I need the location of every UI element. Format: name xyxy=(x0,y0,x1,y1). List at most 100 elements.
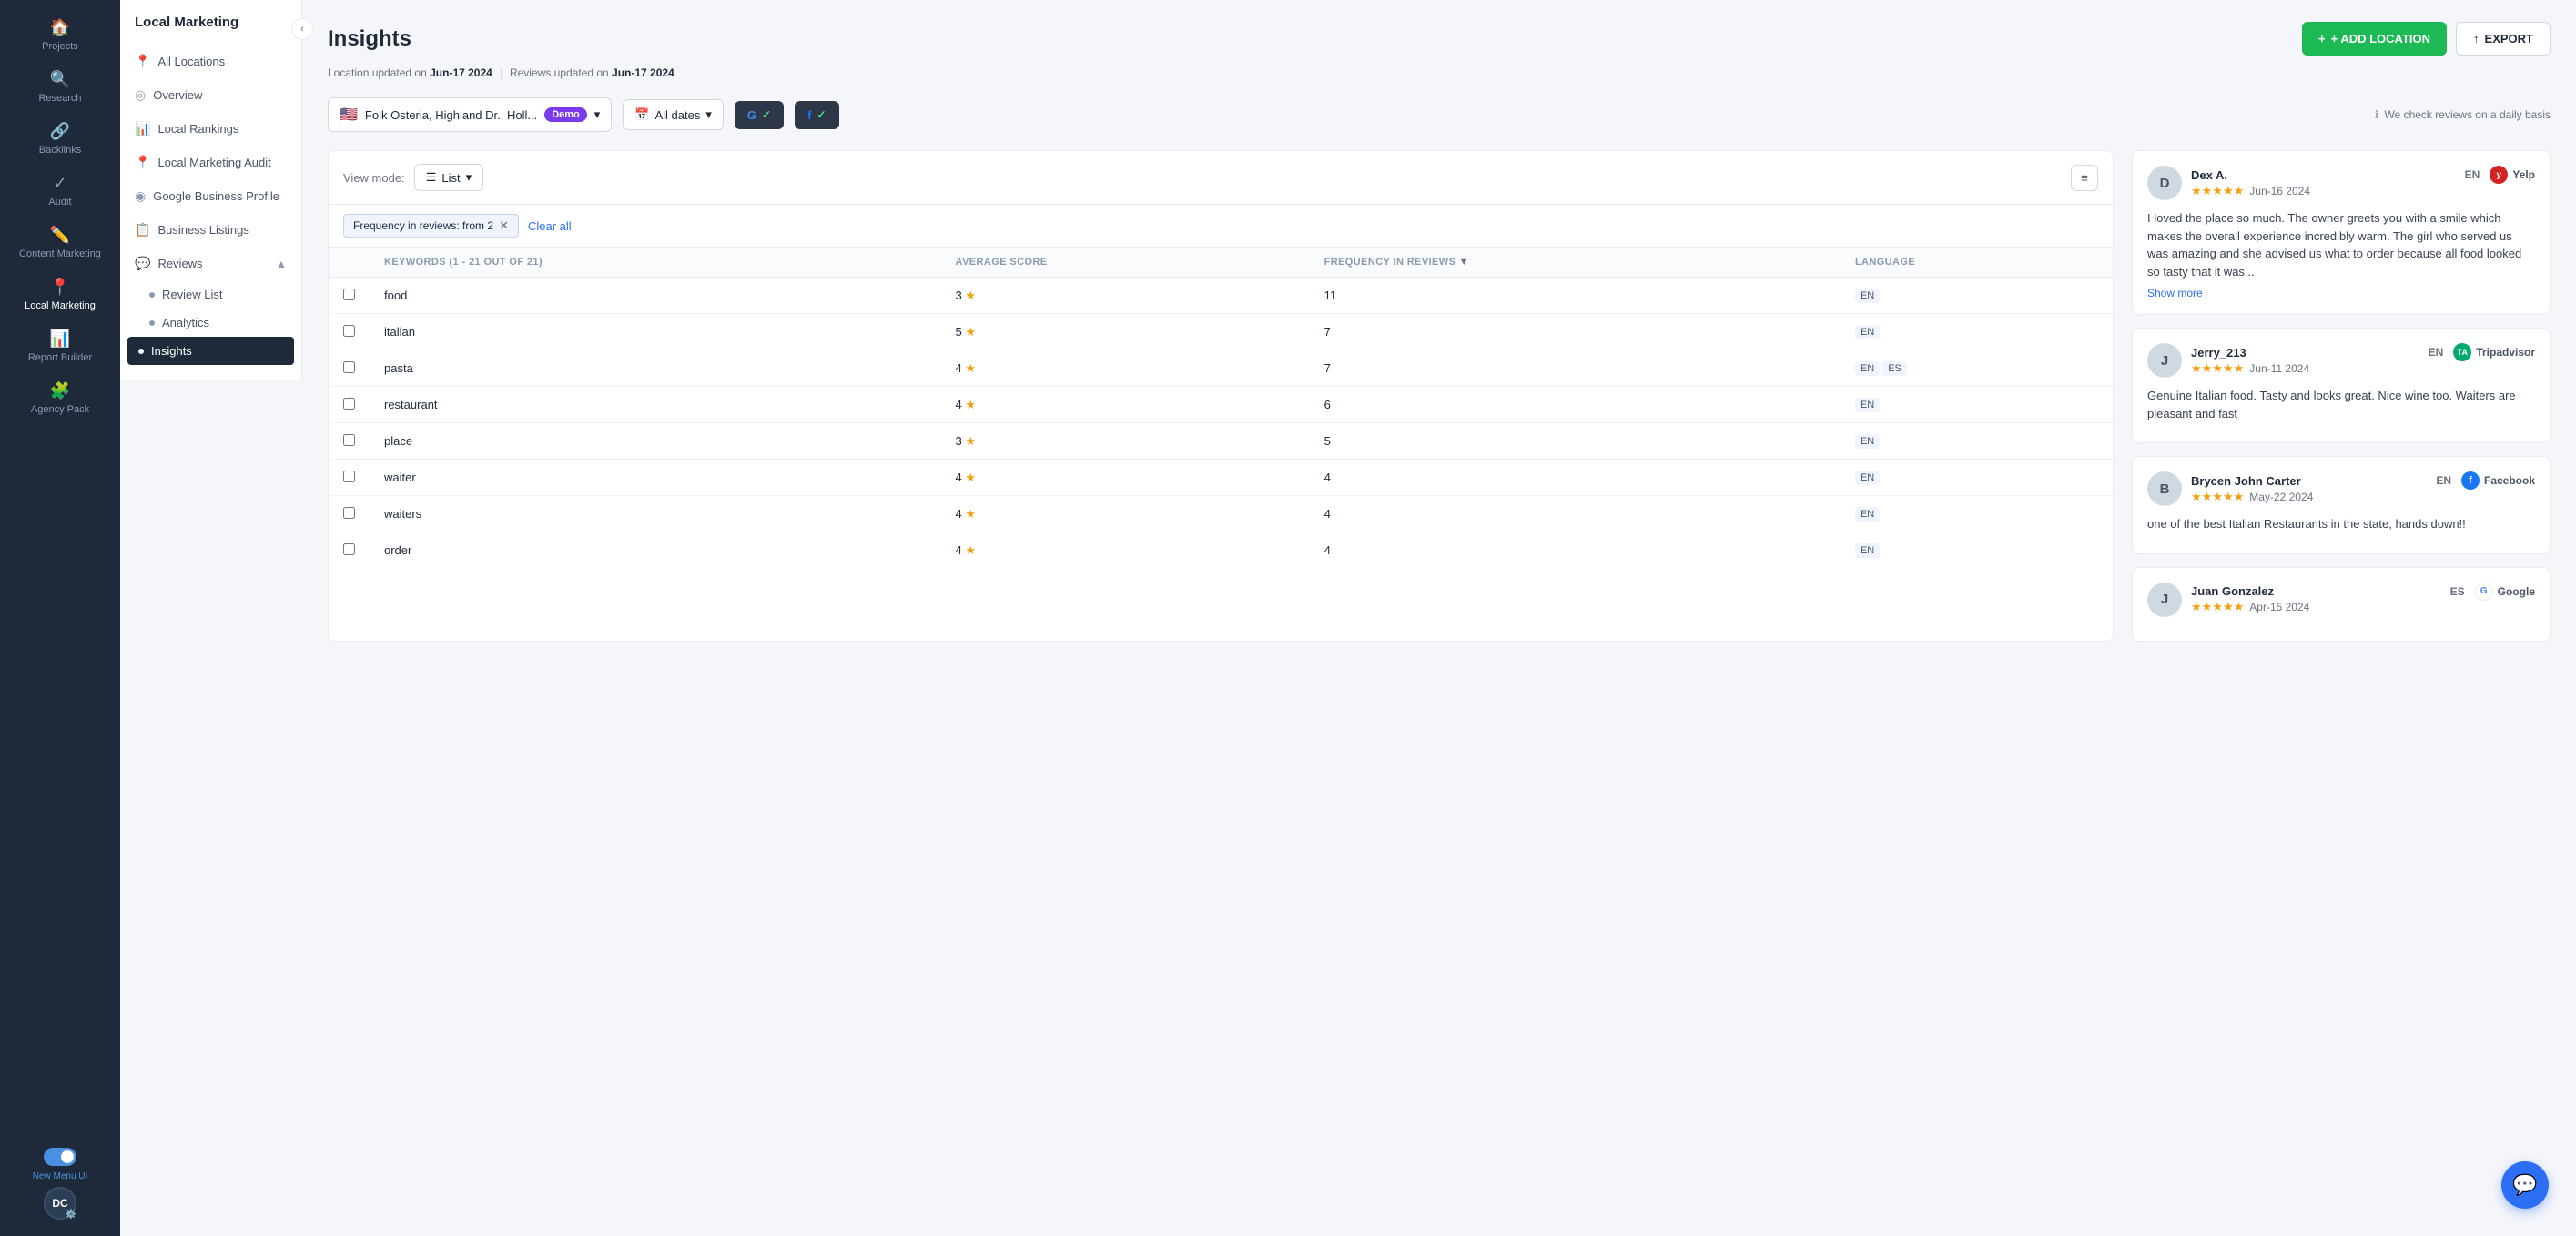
frequency-cell: 11 xyxy=(1310,278,1841,314)
frequency-cell: 7 xyxy=(1310,314,1841,350)
sidebar-item-content-marketing[interactable]: ✏️ Content Marketing xyxy=(0,217,120,268)
overview-icon: ◎ xyxy=(135,87,146,103)
report-builder-icon: 📊 xyxy=(50,329,70,349)
frequency-filter-chip: Frequency in reviews: from 2 ✕ xyxy=(343,214,519,238)
review-platform: EN f Facebook xyxy=(2436,471,2535,490)
local-marketing-icon: 📍 xyxy=(50,278,70,297)
row-checkbox[interactable] xyxy=(343,325,355,337)
nav-insights[interactable]: Insights xyxy=(127,337,294,365)
review-platform: EN y Yelp xyxy=(2465,166,2535,184)
flag-icon: 🇺🇸 xyxy=(340,106,358,124)
clear-all-button[interactable]: Clear all xyxy=(528,219,572,233)
frequency-cell: 4 xyxy=(1310,496,1841,532)
row-checkbox[interactable] xyxy=(343,398,355,410)
row-checkbox[interactable] xyxy=(343,543,355,555)
review-language: EN xyxy=(2436,474,2451,487)
keywords-tbody: food3 ★11ENitalian5 ★7ENpasta4 ★7ENESres… xyxy=(329,278,2113,569)
chat-button[interactable]: 💬 xyxy=(2501,1161,2549,1209)
facebook-f-icon: f xyxy=(807,108,811,122)
sidebar-item-local-marketing[interactable]: 📍 Local Marketing xyxy=(0,268,120,320)
avg-score-cell: 3 ★ xyxy=(941,278,1310,314)
frequency-header[interactable]: FREQUENCY IN REVIEWS ▼ xyxy=(1310,248,1841,278)
list-icon: ☰ xyxy=(426,170,437,185)
reviewer-name: Brycen John Carter xyxy=(2191,474,2313,488)
row-checkbox[interactable] xyxy=(343,361,355,373)
language-header: LANGUAGE xyxy=(1841,248,2113,278)
nav-local-marketing-audit[interactable]: 📍 Local Marketing Audit xyxy=(120,146,301,179)
export-button[interactable]: ↑ EXPORT xyxy=(2456,22,2551,56)
nav-reviews[interactable]: 💬 Reviews ▲ xyxy=(120,247,301,280)
keyword-header: KEYWORDS (1 - 21 OUT OF 21) xyxy=(370,248,941,278)
keywords-panel: View mode: ☰ List ▾ ≡ Frequency in revie… xyxy=(328,150,2114,642)
avg-score-cell: 5 ★ xyxy=(941,314,1310,350)
language-cell: EN xyxy=(1841,387,2113,423)
add-location-button[interactable]: + + ADD LOCATION xyxy=(2302,22,2447,56)
second-panel-wrapper: Local Marketing 📍 All Locations ◎ Overvi… xyxy=(120,0,302,1236)
sidebar-item-research[interactable]: 🔍 Research xyxy=(0,61,120,113)
sidebar-item-backlinks[interactable]: 🔗 Backlinks xyxy=(0,113,120,165)
avg-score-cell: 4 ★ xyxy=(941,387,1310,423)
review-language: EN xyxy=(2429,346,2444,359)
chevron-down-icon: ▾ xyxy=(594,107,601,122)
avatar[interactable]: DC ⚙️ xyxy=(44,1187,76,1220)
table-row: waiters4 ★4EN xyxy=(329,496,2113,532)
avatar: B xyxy=(2147,471,2182,506)
new-menu-toggle[interactable] xyxy=(44,1148,76,1166)
reviewer-info: D Dex A. ★★★★★ Jun-16 2024 xyxy=(2147,166,2310,200)
nav-local-rankings[interactable]: 📊 Local Rankings xyxy=(120,112,301,146)
date-filter[interactable]: 📅 All dates ▾ xyxy=(623,99,724,130)
research-icon: 🔍 xyxy=(50,70,70,89)
google-platform-button[interactable]: G ✓ xyxy=(735,101,784,129)
nav-review-list[interactable]: Review List xyxy=(120,280,301,309)
header-actions: + + ADD LOCATION ↑ EXPORT xyxy=(2302,22,2551,56)
location-selector[interactable]: 🇺🇸 Folk Osteria, Highland Dr., Holl... D… xyxy=(328,97,612,132)
facebook-platform-button[interactable]: f ✓ xyxy=(795,101,838,129)
panel-collapse-button[interactable]: ‹ xyxy=(291,18,313,40)
sidebar-item-projects[interactable]: 🏠 Projects xyxy=(0,9,120,61)
reviewer-info: J Juan Gonzalez ★★★★★ Apr-15 2024 xyxy=(2147,583,2309,617)
google-g-icon: G xyxy=(747,108,756,122)
sidebar-item-audit[interactable]: ✓ Audit xyxy=(0,165,120,217)
avg-score-cell: 4 ★ xyxy=(941,496,1310,532)
show-more-button[interactable]: Show more xyxy=(2147,287,2203,299)
avatar: D xyxy=(2147,166,2182,200)
review-date: Apr-15 2024 xyxy=(2249,601,2309,613)
sidebar-bottom: New Menu UI DC ⚙️ xyxy=(0,1140,120,1227)
nav-all-locations[interactable]: 📍 All Locations xyxy=(120,45,301,78)
review-body: one of the best Italian Restaurants in t… xyxy=(2147,515,2535,533)
table-header-row: KEYWORDS (1 - 21 OUT OF 21) AVERAGE SCOR… xyxy=(329,248,2113,278)
frequency-cell: 4 xyxy=(1310,460,1841,496)
checkbox-header xyxy=(329,248,370,278)
platform-name: Facebook xyxy=(2484,474,2535,487)
sidebar-item-agency-pack[interactable]: 🧩 Agency Pack xyxy=(0,372,120,424)
row-checkbox[interactable] xyxy=(343,507,355,519)
remove-filter-button[interactable]: ✕ xyxy=(499,218,509,233)
view-mode-select[interactable]: ☰ List ▾ xyxy=(414,164,483,191)
nav-business-listings[interactable]: 📋 Business Listings xyxy=(120,213,301,247)
row-checkbox[interactable] xyxy=(343,434,355,446)
review-card: D Dex A. ★★★★★ Jun-16 2024 EN y Yelp I l… xyxy=(2132,150,2551,315)
demo-badge: Demo xyxy=(544,107,587,122)
page-header: Insights + + ADD LOCATION ↑ EXPORT xyxy=(328,22,2551,56)
review-header: B Brycen John Carter ★★★★★ May-22 2024 E… xyxy=(2147,471,2535,506)
row-checkbox[interactable] xyxy=(343,471,355,482)
row-checkbox[interactable] xyxy=(343,289,355,300)
reviews-chevron-icon: ▲ xyxy=(276,258,287,270)
nav-google-business-profile[interactable]: ◉ Google Business Profile xyxy=(120,179,301,213)
review-platform: EN TA Tripadvisor xyxy=(2429,343,2535,361)
reviewer-name: Jerry_213 xyxy=(2191,346,2309,360)
content-marketing-icon: ✏️ xyxy=(50,226,70,245)
page-meta: Location updated on Jun-17 2024 | Review… xyxy=(328,66,2551,79)
filter-button[interactable]: ≡ xyxy=(2071,165,2098,191)
agency-pack-icon: 🧩 xyxy=(50,381,70,400)
nav-analytics[interactable]: Analytics xyxy=(120,309,301,337)
keywords-table: KEYWORDS (1 - 21 OUT OF 21) AVERAGE SCOR… xyxy=(329,248,2113,568)
avatar: J xyxy=(2147,343,2182,378)
sidebar-item-report-builder[interactable]: 📊 Report Builder xyxy=(0,320,120,372)
review-stars: ★★★★★ xyxy=(2191,361,2244,376)
chevron-down-icon: ▾ xyxy=(705,107,712,122)
view-mode-label: View mode: xyxy=(343,171,405,185)
table-row: pasta4 ★7ENES xyxy=(329,350,2113,387)
insights-dot xyxy=(138,349,144,354)
nav-overview[interactable]: ◎ Overview xyxy=(120,78,301,112)
